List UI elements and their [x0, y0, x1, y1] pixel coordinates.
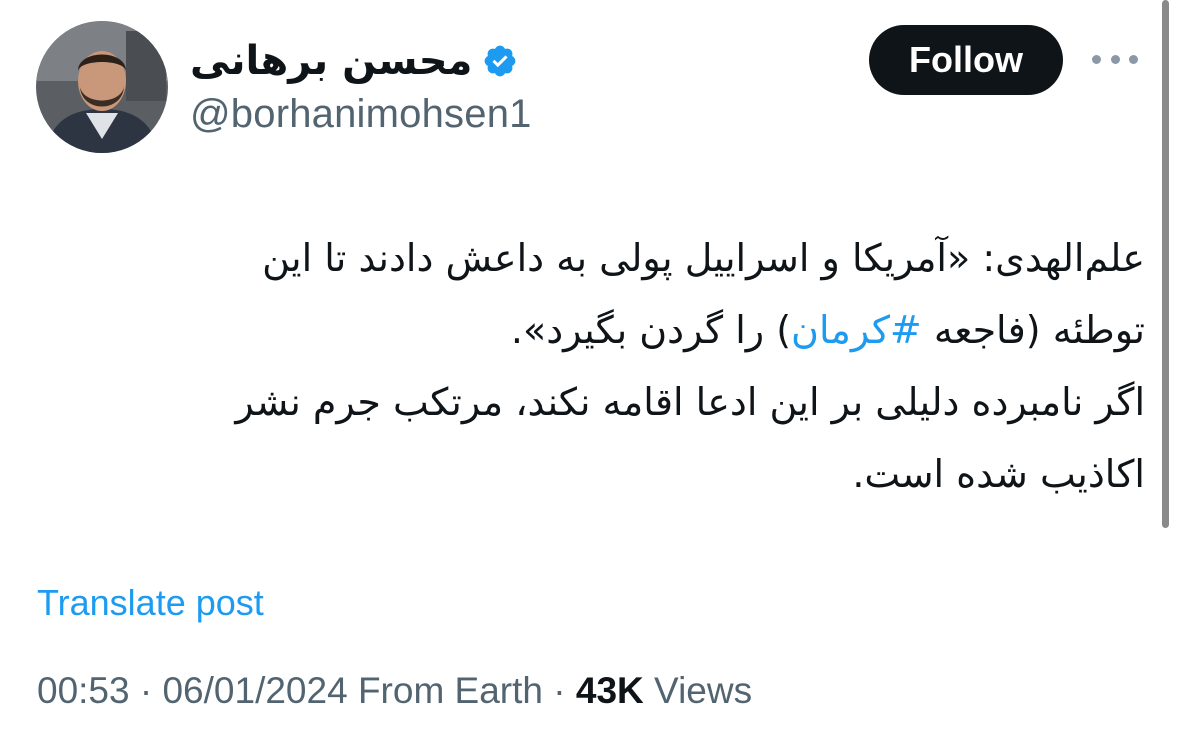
- author-name-row: محسن برهانی: [190, 30, 518, 92]
- avatar-photo: [36, 21, 168, 153]
- post-source: From Earth: [347, 670, 543, 711]
- dot: [1129, 54, 1138, 64]
- verified-badge-icon: [485, 45, 516, 77]
- more-dots-icon[interactable]: [1092, 44, 1138, 74]
- tweet-meta: 00:53 · 06/01/2024 From Earth · 43K View…: [37, 670, 752, 712]
- tweet-line-1: علم‌الهدی: «آمریکا و اسراییل پولی به داع…: [262, 236, 1145, 280]
- author-display-name[interactable]: محسن برهانی: [190, 38, 472, 84]
- meta-separator: ·: [129, 670, 163, 711]
- tweet-line-3: اگر نامبرده دلیلی بر این ادعا اقامه نکند…: [235, 380, 1145, 424]
- author-handle[interactable]: @borhanimohsen1: [190, 92, 532, 137]
- meta-separator: ·: [543, 670, 576, 711]
- views-count: 43K: [575, 670, 644, 711]
- tweet-line-2-end: ) را گردن بگیرد».: [510, 308, 792, 352]
- tweet-text: علم‌الهدی: «آمریکا و اسراییل پولی به داع…: [60, 222, 1145, 510]
- follow-button[interactable]: Follow: [869, 25, 1063, 95]
- tweet-line-4: اکاذیب شده است.: [852, 452, 1145, 496]
- post-date[interactable]: 06/01/2024: [162, 670, 347, 711]
- dot: [1110, 54, 1120, 64]
- hashtag-link[interactable]: #کرمان: [791, 308, 922, 352]
- tweet-line-2-start: توطئه (فاجعه: [921, 308, 1145, 352]
- post-time[interactable]: 00:53: [37, 670, 130, 711]
- translate-post-link[interactable]: Translate post: [37, 582, 264, 624]
- dot: [1092, 54, 1101, 64]
- scrollbar[interactable]: [1162, 0, 1169, 528]
- avatar[interactable]: [36, 21, 168, 153]
- tweet-line-2: توطئه (فاجعه #کرمان) را گردن بگیرد».: [60, 294, 1145, 366]
- views-label: Views: [643, 670, 753, 711]
